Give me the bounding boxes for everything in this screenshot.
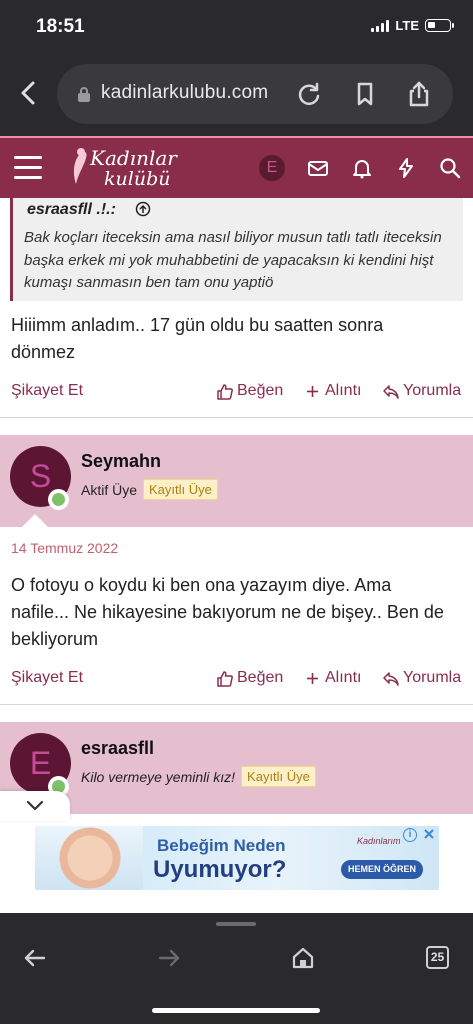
like-label: Beğen [237,382,284,399]
chevron-down-icon [26,800,44,811]
plus-icon [307,672,318,684]
ad-headline-big: Uyumuyor? [153,856,287,883]
like-label: Beğen [237,669,284,686]
back-arrow-icon[interactable] [22,945,48,971]
bolt-icon[interactable] [394,156,418,180]
plus-icon [307,385,318,397]
url-text: kadinlarkulubu.com [101,82,269,103]
username[interactable]: esraasfll [81,738,154,759]
quote-label: Alıntı [325,382,362,399]
user-badge: Kayıtlı Üye [143,479,218,500]
ad-info-icon[interactable]: i [403,828,417,842]
ad-headline: Bebeğim Neden [157,836,286,855]
ad-close-icon[interactable] [422,827,436,841]
logo-text: Kadınlar [90,146,177,170]
quote-author[interactable]: esraasfll .!.: [27,201,116,219]
search-icon[interactable] [438,156,462,180]
username[interactable]: Seymahn [81,451,161,472]
quote-button[interactable]: Alıntı [304,669,361,687]
post-divider [0,417,473,418]
thread-content: esraasfll .!.: Bak koçları iteceksin ama… [0,198,473,913]
mail-icon[interactable] [306,156,330,180]
reload-icon[interactable] [295,80,323,108]
site-header: Kadınlar kulübü E [0,136,473,198]
home-indicator [152,1008,320,1013]
lock-icon [78,87,90,102]
status-bar: 18:51 LTE [0,0,473,56]
thumbs-up-icon [217,670,233,687]
ad-cta-button[interactable]: HEMEN ÖĞREN [341,860,423,879]
menu-icon[interactable] [14,156,42,180]
reply-label: Yorumla [403,382,462,399]
arrow-up-circle-icon[interactable] [135,201,151,217]
user-title: Kilo vermeye yeminli kız! Kayıtlı Üye [81,766,316,787]
user-rank: Kilo vermeye yeminli kız! [81,768,236,785]
quote-text: Bak koçları iteceksin ama nasıl biliyor … [24,229,442,291]
toolbar-grabber[interactable] [216,922,256,926]
status-time: 18:51 [36,16,85,37]
quote-label: Alıntı [325,669,362,686]
share-icon[interactable] [405,80,433,108]
ad-baby-image [35,826,143,890]
user-title: Aktif Üye Kayıtlı Üye [81,479,218,500]
logo-subtext: kulübü [104,168,171,190]
forward-arrow-icon[interactable] [156,945,182,971]
tabs-icon[interactable]: 25 [426,946,449,969]
report-link[interactable]: Şikayet Et [11,669,83,687]
browser-back-icon[interactable] [14,78,44,108]
post-text: O fotoyu o koydu ki ben ona yazayım diye… [11,575,444,649]
reply-icon [383,384,399,399]
like-button[interactable]: Beğen [216,669,283,687]
user-badge: Kayıtlı Üye [241,766,316,787]
network-label: LTE [395,18,419,33]
browser-address-bar: kadinlarkulubu.com [0,56,473,136]
ad-banner[interactable]: Bebeğim Neden Uyumuyor? Kadınlarım HEMEN… [35,826,439,890]
url-field[interactable]: kadinlarkulubu.com [57,64,453,124]
report-link[interactable]: Şikayet Et [11,382,83,400]
post-date[interactable]: 14 Temmuz 2022 [11,540,118,556]
ad-brand: Kadınlarım [357,836,401,846]
quote-block: esraasfll .!.: Bak koçları iteceksin ama… [10,198,463,301]
bell-icon[interactable] [350,156,374,180]
thumbs-up-icon [217,383,233,400]
like-button[interactable]: Beğen [216,382,283,400]
status-indicators: LTE [371,18,454,33]
battery-icon [425,19,454,32]
reply-label: Yorumla [403,669,462,686]
post-actions: Şikayet Et Beğen Alıntı Yorumla [0,664,473,694]
bookmark-icon[interactable] [351,80,379,108]
post-user-bar: E esraasfll Kilo vermeye yeminli kız! Ka… [0,722,473,814]
signal-icon [371,19,390,32]
online-status-icon [48,489,69,510]
home-icon[interactable] [290,945,316,971]
reply-button[interactable]: Yorumla [382,382,461,400]
ad-collapse-tab[interactable] [0,791,70,821]
reply-button[interactable]: Yorumla [382,669,461,687]
userbar-notch [22,514,48,527]
post-actions: Şikayet Et Beğen Alıntı Yorumla [0,377,473,407]
browser-toolbar: 25 [0,913,473,1024]
post-divider [0,704,473,705]
user-rank: Aktif Üye [81,481,138,498]
post-user-bar: S Seymahn Aktif Üye Kayıtlı Üye [0,435,473,527]
post-text: Hiiimm anladım.. 17 gün oldu bu saatten … [11,315,384,362]
quote-button[interactable]: Alıntı [304,382,361,400]
user-avatar[interactable]: E [259,155,285,181]
reply-icon [383,671,399,686]
